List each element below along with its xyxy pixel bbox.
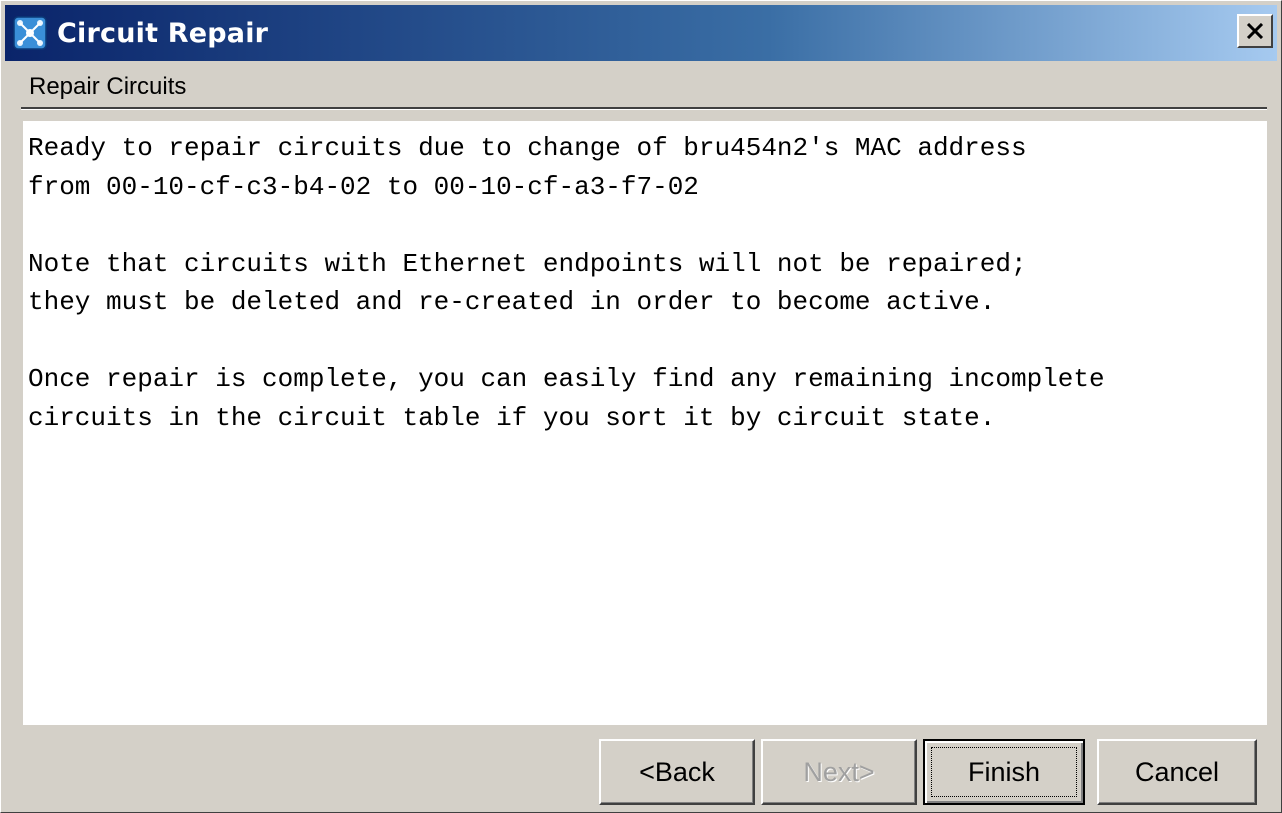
message-line: Note that circuits with Ethernet endpoin… [28,248,1027,279]
back-button[interactable]: <Back [599,739,755,805]
next-button-label: Next> [803,756,875,787]
back-button-label: <Back [639,756,715,787]
close-icon [1246,23,1264,39]
message-line: they must be deleted and re-created in o… [28,287,996,317]
next-button: Next> [761,739,917,805]
cancel-button-label: Cancel [1134,756,1220,787]
circuit-repair-dialog: Circuit Repair Repair Circuits Ready to … [0,0,1282,813]
focus-ring [931,747,1077,797]
heading-divider [21,107,1267,110]
message-line: from 00-10-cf-c3-b4-02 to 00-10-cf-a3-f7… [28,171,699,202]
message-line: Ready to repair circuits due to change o… [28,133,1027,163]
circuit-network-icon [13,16,47,50]
title-bar[interactable]: Circuit Repair [5,5,1277,61]
message-line: Once repair is complete, you can easily … [28,364,1105,394]
finish-button[interactable]: Finish [923,739,1085,805]
cancel-button[interactable]: Cancel [1097,739,1257,805]
window-title: Circuit Repair [57,17,269,49]
section-heading: Repair Circuits [29,73,187,100]
message-panel: Ready to repair circuits due to change o… [23,121,1267,725]
close-button[interactable] [1237,14,1273,48]
message-text: Ready to repair circuits due to change o… [28,129,1105,437]
message-line: circuits in the circuit table if you sor… [28,402,996,433]
